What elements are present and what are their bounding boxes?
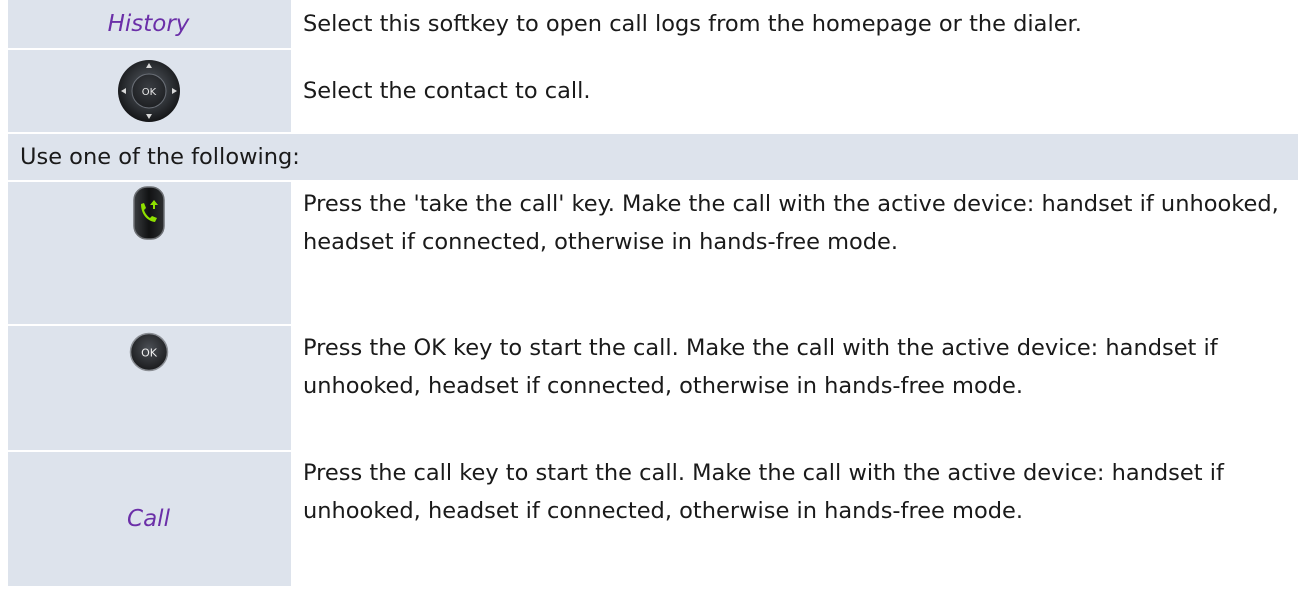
instruction-text: Select the contact to call.: [303, 78, 591, 104]
table-row: History Select this softkey to open call…: [8, 0, 1298, 50]
take-the-call-key-icon: [132, 186, 165, 240]
key-cell: [8, 182, 289, 324]
svg-text:OK: OK: [141, 347, 158, 360]
description-cell: Select this softkey to open call logs fr…: [289, 0, 1298, 48]
table-row: Use one of the following:: [8, 134, 1298, 182]
description-cell: Press the 'take the call' key. Make the …: [289, 182, 1298, 324]
instruction-text: Press the 'take the call' key. Make the …: [303, 191, 1279, 255]
section-header: Use one of the following:: [8, 134, 1298, 180]
instruction-table: History Select this softkey to open call…: [8, 0, 1298, 586]
navigator-ok-icon: OK: [117, 60, 180, 122]
instruction-text: Press the OK key to start the call. Make…: [303, 335, 1218, 399]
section-label: Use one of the following:: [20, 144, 300, 170]
svg-text:OK: OK: [141, 87, 156, 98]
instruction-text: Press the call key to start the call. Ma…: [303, 460, 1224, 524]
key-cell: OK: [8, 50, 289, 132]
table-row: Call Press the call key to start the cal…: [8, 452, 1298, 586]
call-softkey-label: Call: [127, 506, 170, 532]
key-cell: OK: [8, 326, 289, 450]
history-softkey-label: History: [107, 11, 190, 37]
description-cell: Press the call key to start the call. Ma…: [289, 452, 1298, 586]
description-cell: Press the OK key to start the call. Make…: [289, 326, 1298, 450]
table-row: Press the 'take the call' key. Make the …: [8, 182, 1298, 326]
key-cell: Call: [8, 452, 289, 586]
table-row: OK Select the contact to call.: [8, 50, 1298, 134]
description-cell: Select the contact to call.: [289, 50, 1298, 132]
key-cell: History: [8, 0, 289, 48]
table-row: OK Press the OK key to start the call. M…: [8, 326, 1298, 452]
instruction-text: Select this softkey to open call logs fr…: [303, 11, 1082, 37]
ok-key-icon: OK: [129, 332, 168, 372]
